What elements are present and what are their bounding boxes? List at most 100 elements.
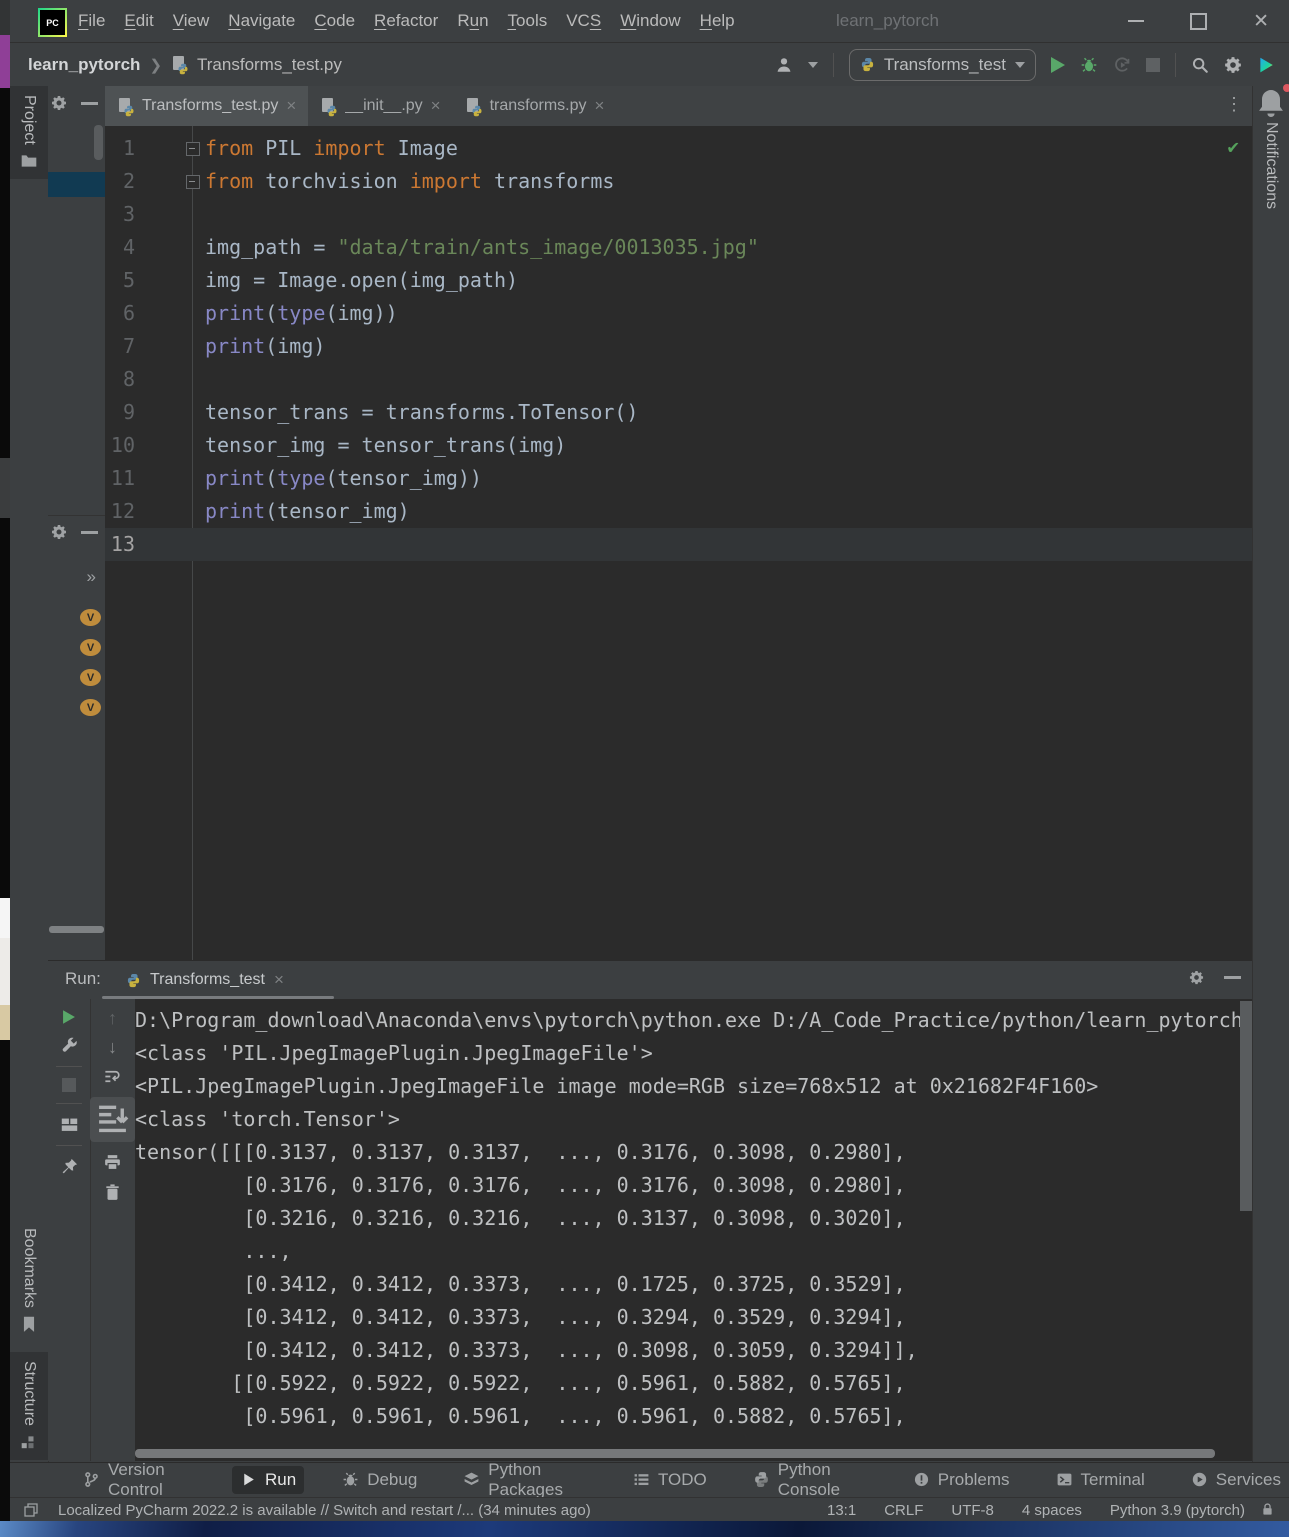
menu-tools[interactable]: Tools	[508, 11, 548, 31]
code-line: 10 tensor_img = tensor_trans(img)	[105, 429, 1253, 462]
menu-code[interactable]: Code	[314, 11, 355, 31]
h-scrollbar-thumb[interactable]	[135, 1449, 1215, 1458]
toolwindow-button-python-console[interactable]: Python Console	[745, 1460, 875, 1499]
window-stack-icon[interactable]	[23, 1502, 39, 1518]
menu-refactor[interactable]: Refactor	[374, 11, 438, 31]
up-arrow-icon[interactable]: ↑	[108, 1009, 117, 1027]
more-options-icon[interactable]: ⋮	[1225, 94, 1243, 115]
menu-view[interactable]: View	[173, 11, 210, 31]
code-text: print(tensor_img)	[205, 499, 410, 523]
user-dropdown-icon[interactable]	[807, 61, 818, 68]
run-button[interactable]	[1051, 56, 1065, 73]
tab-Transforms_test.py[interactable]: Transforms_test.py	[105, 86, 309, 126]
toolwindow-button-debug[interactable]: Debug	[334, 1466, 425, 1494]
encoding[interactable]: UTF-8	[951, 1502, 994, 1519]
breadcrumb-file[interactable]: Transforms_test.py	[197, 55, 342, 75]
structure-panel[interactable]: » VVVV	[48, 515, 105, 960]
down-arrow-icon[interactable]: ↓	[108, 1038, 117, 1056]
menu-edit[interactable]: Edit	[124, 11, 153, 31]
close-icon[interactable]	[274, 970, 284, 990]
print-icon[interactable]	[103, 1153, 122, 1172]
sidebar-item-notifications[interactable]: Notifications	[1253, 84, 1289, 209]
caret-position[interactable]: 13:1	[827, 1502, 856, 1519]
hide-panel-icon[interactable]	[81, 531, 98, 534]
sidebar-item-structure[interactable]: Structure	[10, 1352, 48, 1460]
menu-file[interactable]: File	[78, 11, 105, 31]
variable-icon[interactable]: V	[80, 609, 101, 626]
hide-panel-icon[interactable]	[81, 102, 98, 105]
minimize-icon[interactable]	[1128, 20, 1145, 22]
toolwindow-button-services[interactable]: Services	[1183, 1466, 1289, 1494]
scrollbar-thumb[interactable]	[94, 125, 103, 160]
toolwindow-button-run[interactable]: Run	[232, 1465, 305, 1494]
maximize-icon[interactable]	[1190, 12, 1208, 30]
tab-transforms.py[interactable]: transforms.py	[453, 86, 617, 126]
expand-chevrons-icon[interactable]: »	[87, 567, 96, 587]
toolwindow-button-problems[interactable]: Problems	[905, 1466, 1018, 1494]
close-icon[interactable]: ✕	[1253, 12, 1269, 31]
fold-marker-icon[interactable]	[186, 142, 200, 156]
code-editor[interactable]: 1 from PIL import Image 2 from torchvision …	[105, 126, 1253, 960]
close-icon[interactable]	[286, 96, 296, 116]
menu-run[interactable]: Run	[457, 11, 488, 31]
interpreter[interactable]: Python 3.9 (pytorch)	[1110, 1502, 1245, 1519]
code-line: 13	[105, 528, 1253, 561]
scroll-to-end-button[interactable]	[90, 1097, 135, 1142]
variable-icon[interactable]: V	[80, 699, 101, 716]
toolwindow-button-terminal[interactable]: Terminal	[1048, 1466, 1153, 1494]
inspections-ok-icon[interactable]: ✔	[1228, 136, 1239, 158]
menu-help[interactable]: Help	[700, 11, 735, 31]
trash-icon[interactable]	[103, 1183, 122, 1202]
hide-panel-icon[interactable]	[1224, 976, 1241, 979]
wrench-icon[interactable]	[60, 1036, 79, 1055]
toolwindow-button-python-packages[interactable]: Python Packages	[455, 1460, 595, 1499]
console-lines: D:\Program_download\Anaconda\envs\pytorc…	[135, 1004, 1253, 1433]
user-profile-icon[interactable]	[775, 56, 793, 74]
toolwindow-button-todo[interactable]: TODO	[625, 1466, 715, 1494]
line-number: 6	[122, 301, 135, 325]
code-line: 4 img_path = "data/train/ants_image/00130…	[105, 231, 1253, 264]
indent-setting[interactable]: 4 spaces	[1022, 1502, 1082, 1519]
menu-navigate[interactable]: Navigate	[228, 11, 295, 31]
stop-button[interactable]	[1146, 57, 1160, 72]
line-ending[interactable]: CRLF	[884, 1502, 923, 1519]
coverage-button[interactable]	[1113, 56, 1131, 74]
variable-icon[interactable]: V	[80, 669, 101, 686]
menu-vcs[interactable]: VCS	[566, 11, 601, 31]
menu-window[interactable]: Window	[620, 11, 680, 31]
gear-icon[interactable]	[51, 524, 67, 540]
run-configuration-select[interactable]: Transforms_test	[848, 48, 1036, 81]
console-output[interactable]: D:\Program_download\Anaconda\envs\pytorc…	[135, 999, 1253, 1461]
search-icon[interactable]	[1191, 56, 1209, 74]
status-message[interactable]: Localized PyCharm 2022.2 is available //…	[58, 1502, 591, 1519]
run-panel-body: ↑ ↓ D:\Program_download\Anaconda\envs\py…	[48, 999, 1253, 1461]
gear-icon[interactable]	[1189, 970, 1204, 985]
lock-icon[interactable]	[1260, 1501, 1275, 1517]
code-text: tensor_trans = transforms.ToTensor()	[205, 400, 639, 424]
tab-__init__.py[interactable]: __init__.py	[308, 86, 452, 126]
variable-icon[interactable]: V	[80, 639, 101, 656]
ide-features-icon[interactable]	[1257, 56, 1275, 74]
sidebar-item-project[interactable]: Project	[10, 86, 48, 179]
toolwindow-button-version-control[interactable]: Version Control	[75, 1460, 202, 1499]
run-tab[interactable]: Transforms_test	[126, 961, 284, 999]
selected-tree-row[interactable]	[48, 172, 105, 197]
close-icon[interactable]	[595, 96, 605, 116]
settings-gear-icon[interactable]	[1224, 56, 1242, 74]
restore-layout-icon[interactable]	[60, 1115, 79, 1134]
line-number: 10	[110, 433, 135, 457]
rerun-button[interactable]	[63, 1010, 75, 1024]
breadcrumb-project[interactable]: learn_pytorch	[28, 55, 140, 75]
fold-marker-icon[interactable]	[186, 175, 200, 189]
gear-icon[interactable]	[51, 95, 67, 111]
h-scrollbar-thumb[interactable]	[49, 926, 104, 933]
debug-button[interactable]	[1080, 56, 1098, 74]
separator	[56, 1103, 82, 1104]
pin-icon[interactable]	[60, 1157, 79, 1176]
project-panel[interactable]	[48, 86, 105, 516]
close-icon[interactable]	[431, 96, 441, 116]
sidebar-item-bookmarks[interactable]: Bookmarks	[10, 1219, 48, 1342]
soft-wrap-icon[interactable]	[103, 1067, 122, 1086]
stop-button[interactable]	[62, 1078, 76, 1092]
